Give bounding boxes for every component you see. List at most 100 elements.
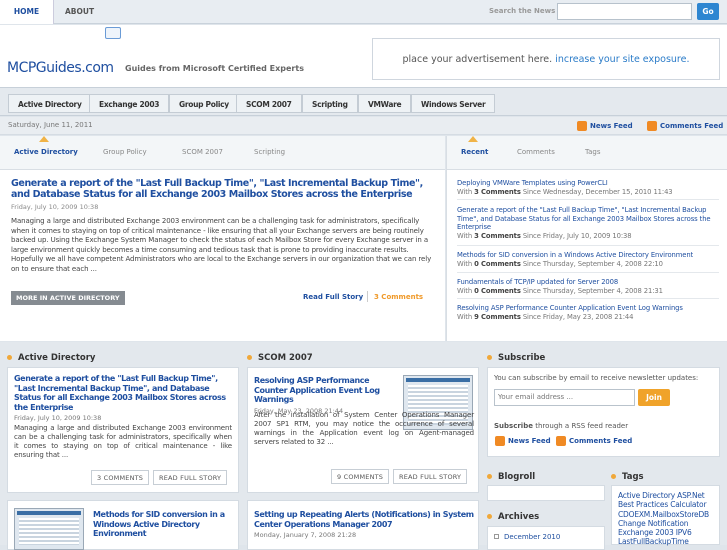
recent-item-title[interactable]: Methods for SID conversion in a Windows … [457,251,719,260]
divider [457,245,719,246]
top-tab-about[interactable]: ABOUT [55,0,104,24]
post-title[interactable]: Methods for SID conversion in a Windows … [93,510,233,539]
comments-feed-label: Comments Feed [660,122,724,130]
post-excerpt: Managing a large and distributed Exchang… [14,424,232,460]
post-date: Friday, July 10, 2009 10:38 [14,414,102,423]
comments-button[interactable]: 9 COMMENTS [331,469,390,484]
date-bar: Saturday, June 11, 2011 News Feed Commen… [0,117,727,135]
nav-windows-server[interactable]: Windows Server [411,94,496,113]
side-tabs: Recent Comments Tags [447,136,727,170]
post-excerpt: After the installation of System Center … [254,411,474,446]
join-button[interactable]: Join [638,389,670,406]
active-tab-indicator-icon [468,136,478,142]
recent-item[interactable]: Generate a report of the "Last Full Back… [457,206,719,240]
post-thumbnail[interactable] [14,508,84,550]
tab-active-directory[interactable]: Active Directory [14,148,78,156]
post-date: Monday, January 7, 2008 21:28 [254,531,357,540]
news-feed-label: News Feed [590,122,633,130]
search-go-button[interactable]: Go [697,3,719,20]
nav-exchange-2003[interactable]: Exchange 2003 [89,94,170,113]
recent-item[interactable]: Deploying VMWare Templates using PowerCL… [457,179,719,196]
tag-cloud[interactable]: Active Directory ASP.Net Best Practices … [618,491,718,547]
recent-item-title[interactable]: Resolving ASP Performance Counter Applic… [457,304,719,313]
news-feed-link[interactable]: News Feed [577,121,633,131]
post-title[interactable]: Setting up Repeating Alerts (Notificatio… [254,510,474,529]
recent-item-title[interactable]: Deploying VMWare Templates using PowerCL… [457,179,719,188]
bullet-icon [7,355,12,360]
nav-group-policy[interactable]: Group Policy [169,94,239,113]
comments-link[interactable]: 3 Comments [374,293,423,301]
recent-panel: Recent Comments Tags Deploying VMWare Te… [446,136,727,341]
bullet-icon [247,355,252,360]
top-tab-home[interactable]: HOME [0,0,54,24]
ad-banner[interactable]: place your advertisement here. increase … [372,38,720,80]
rss-icon [577,121,587,131]
active-tab-indicator-icon [39,136,49,142]
search-input[interactable] [557,3,692,20]
nav-vmware[interactable]: VMWare [358,94,412,113]
tab-recent[interactable]: Recent [461,148,488,156]
tab-scom-2007[interactable]: SCOM 2007 [182,148,223,156]
comments-feed-link[interactable]: Comments Feed [647,121,723,131]
category-nav: Active Directory Exchange 2003 Group Pol… [0,87,727,116]
section-heading: Blogroll [487,472,535,482]
divider [457,199,719,200]
logo-bubble-icon [105,27,121,39]
featured-panel: Active Directory Group Policy SCOM 2007 … [0,136,445,341]
tab-comments[interactable]: Comments [517,148,555,156]
bullet-icon [487,474,492,479]
subscribe-text: You can subscribe by email to receive ne… [494,374,699,382]
recent-item-meta: With 3 Comments Since Friday, July 10, 2… [457,231,632,240]
recent-item-title[interactable]: Fundamentals of TCP/IP updated for Serve… [457,278,719,287]
rss-text: Subscribe through a RSS feed reader [494,422,629,430]
recent-item[interactable]: Resolving ASP Performance Counter Applic… [457,304,719,321]
divider [457,272,719,273]
recent-item-meta: With 3 Comments Since Wednesday, Decembe… [457,187,673,196]
read-full-story-button[interactable]: READ FULL STORY [153,470,228,485]
featured-title[interactable]: Generate a report of the "Last Full Back… [11,178,436,200]
bullet-icon [487,355,492,360]
email-input[interactable]: Your email address ... [494,389,635,406]
divider [367,291,368,302]
recent-item-meta: With 0 Comments Since Thursday, Septembe… [457,286,663,295]
read-full-story-link[interactable]: Read Full Story [303,293,363,301]
more-in-category-button[interactable]: MORE IN ACTIVE DIRECTORY [11,291,125,305]
section-heading: Tags [611,472,644,482]
comments-button[interactable]: 3 COMMENTS [91,470,150,485]
blogroll-box [487,485,605,501]
section-heading: Active Directory [7,353,95,363]
archive-item[interactable]: December 2010 [494,533,560,541]
featured-excerpt: Managing a large and distributed Exchang… [11,217,432,273]
recent-item[interactable]: Fundamentals of TCP/IP updated for Serve… [457,278,719,295]
nav-scom-2007[interactable]: SCOM 2007 [236,94,302,113]
featured-post: Generate a report of the "Last Full Back… [11,178,436,275]
divider [457,298,719,299]
bullet-icon [611,474,616,479]
nav-active-directory[interactable]: Active Directory [8,94,92,113]
read-full-story-button[interactable]: READ FULL STORY [393,469,468,484]
section-heading: Archives [487,512,539,522]
site-logo[interactable]: MCPGuides.com [7,60,114,76]
bullet-icon [487,514,492,519]
tab-scripting[interactable]: Scripting [254,148,285,156]
section-heading: Subscribe [487,353,545,363]
search-label: Search the News [489,7,556,15]
nav-scripting[interactable]: Scripting [302,94,358,113]
top-bar: HOME ABOUT Search the News Go [0,0,727,24]
post-title[interactable]: Generate a report of the "Last Full Back… [14,374,232,412]
tab-group-policy[interactable]: Group Policy [103,148,147,156]
comments-feed-link[interactable]: Comments Feed [556,436,632,446]
news-feed-link[interactable]: News Feed [495,436,551,446]
recent-item[interactable]: Methods for SID conversion in a Windows … [457,251,719,268]
recent-item-title[interactable]: Generate a report of the "Last Full Back… [457,206,719,232]
rss-icon [556,436,566,446]
ad-highlight: increase your site exposure. [555,54,690,65]
featured-date: Friday, July 10, 2009 10:38 [11,203,99,211]
checkbox-icon [494,534,499,539]
ad-text: place your advertisement here. [402,54,553,65]
rss-icon [495,436,505,446]
tab-tags[interactable]: Tags [585,148,601,156]
current-date: Saturday, June 11, 2011 [8,121,93,129]
recent-item-meta: With 9 Comments Since Friday, May 23, 20… [457,312,634,321]
post-title[interactable]: Resolving ASP Performance Counter Applic… [254,376,397,405]
